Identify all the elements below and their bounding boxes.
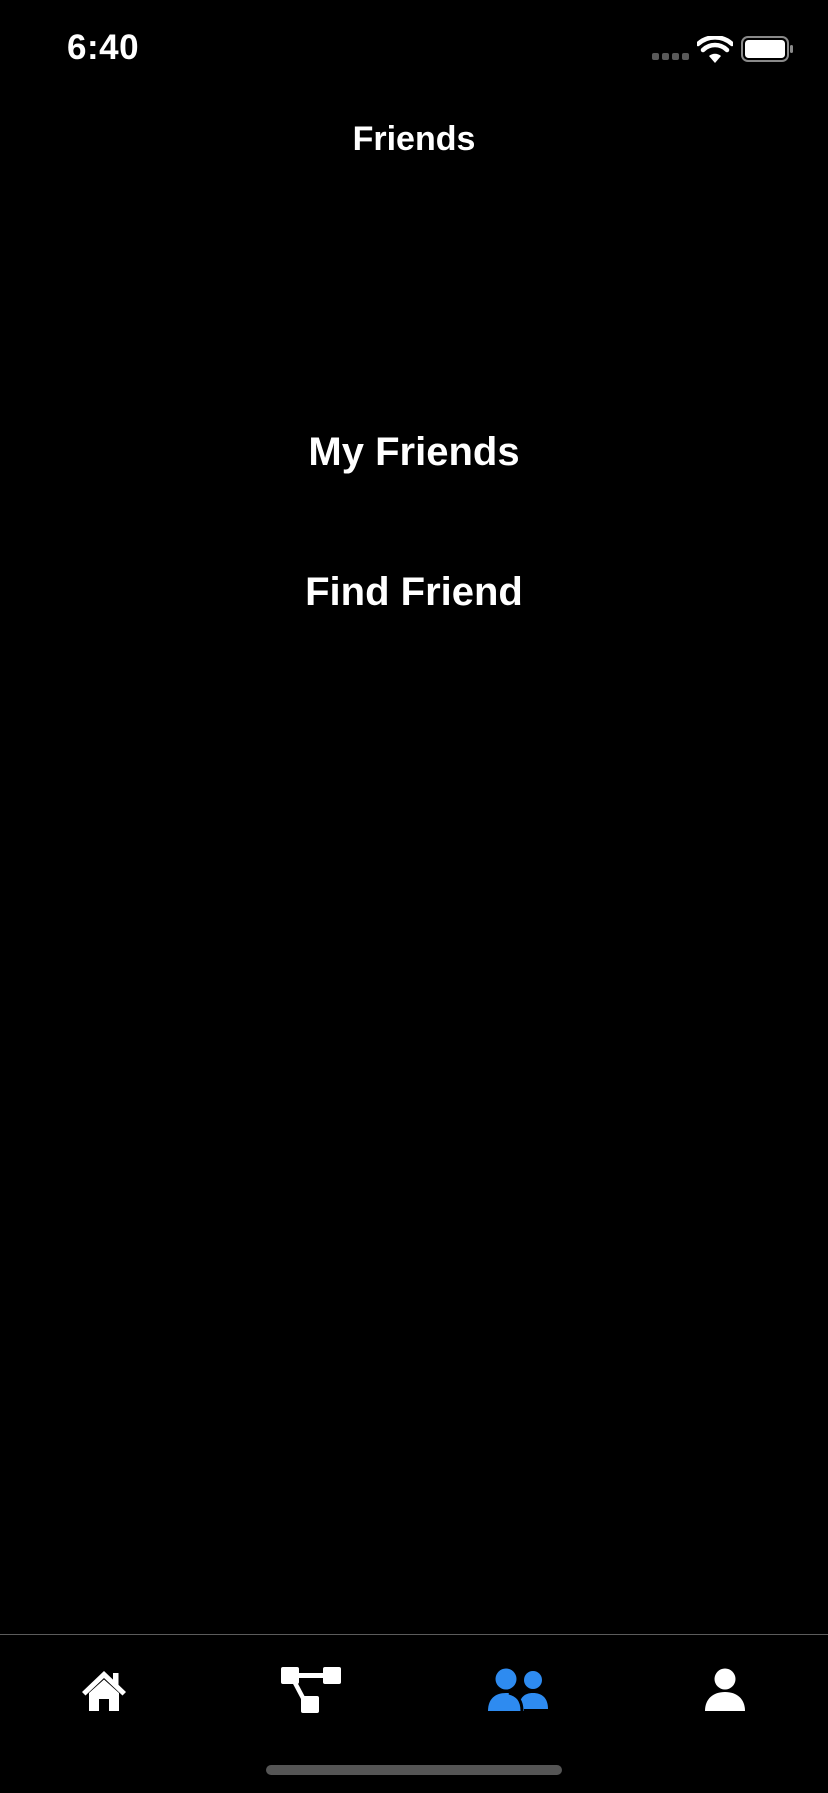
profile-icon (704, 1668, 745, 1711)
tab-profile[interactable] (621, 1655, 828, 1725)
my-friends-button[interactable]: My Friends (0, 430, 828, 475)
friends-icon (487, 1668, 548, 1712)
home-icon (81, 1671, 126, 1711)
tab-friends[interactable] (414, 1655, 621, 1725)
home-indicator[interactable] (266, 1765, 562, 1775)
status-bar: 6:40 (0, 0, 828, 100)
battery-icon (741, 36, 793, 62)
tab-flow[interactable] (207, 1655, 414, 1725)
status-time: 6:40 (67, 28, 140, 67)
wifi-icon (697, 36, 733, 63)
page-title: Friends (352, 120, 476, 158)
cellular-signal-icon (652, 53, 692, 62)
find-friend-button[interactable]: Find Friend (0, 570, 828, 615)
tab-home[interactable] (0, 1655, 207, 1725)
flow-chart-icon (280, 1667, 341, 1713)
